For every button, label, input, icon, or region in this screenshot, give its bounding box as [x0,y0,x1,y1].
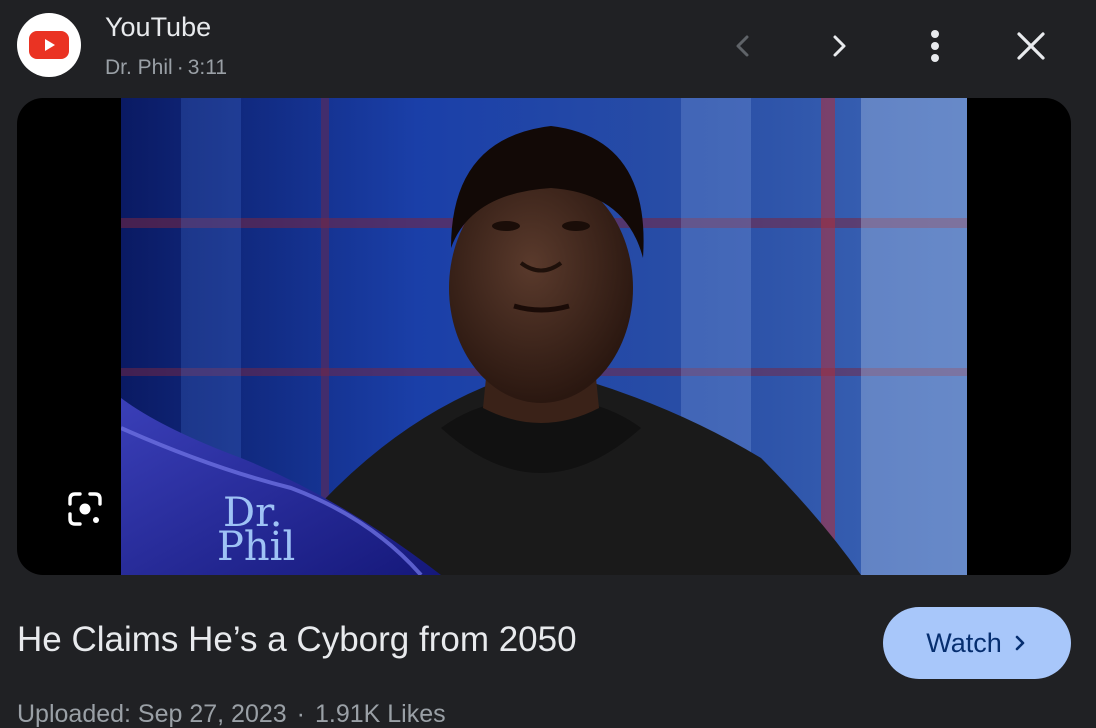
more-vert-icon [931,30,939,62]
source-name[interactable]: YouTube [105,12,211,43]
stats-separator: · [296,700,305,728]
dr-phil-watermark-line2: Phil [217,524,295,570]
video-duration: 3:11 [187,56,228,79]
chevron-right-icon [833,35,846,57]
source-meta: Dr. Phil · 3:11 [105,56,227,80]
video-title[interactable]: He Claims He’s a Cyborg from 2050 [17,620,577,660]
previous-button[interactable] [719,22,767,70]
watch-button[interactable]: Watch [883,607,1071,679]
meta-separator: · [176,56,184,79]
image-result-panel: YouTube Dr. Phil · 3:11 Dr. Phil He Clai… [0,0,1096,728]
channel-name: Dr. Phil [105,56,173,79]
video-stats: Uploaded: Sep 27, 2023 · 1.91K Likes [17,700,446,728]
next-button[interactable] [815,22,863,70]
likes-count: 1.91K Likes [315,700,446,728]
youtube-logo-icon[interactable] [17,13,81,77]
chevron-right-icon [1015,635,1025,651]
close-icon [1017,32,1045,60]
video-preview[interactable]: Dr. Phil [17,98,1071,575]
play-icon [45,39,55,51]
more-options-button[interactable] [911,22,959,70]
google-lens-button[interactable] [61,485,109,533]
upload-date: Uploaded: Sep 27, 2023 [17,700,287,728]
close-button[interactable] [1007,22,1055,70]
google-lens-icon [68,492,102,526]
watch-button-label: Watch [926,627,1002,658]
video-thumbnail: Dr. Phil [121,98,967,575]
chevron-left-icon [736,35,749,57]
